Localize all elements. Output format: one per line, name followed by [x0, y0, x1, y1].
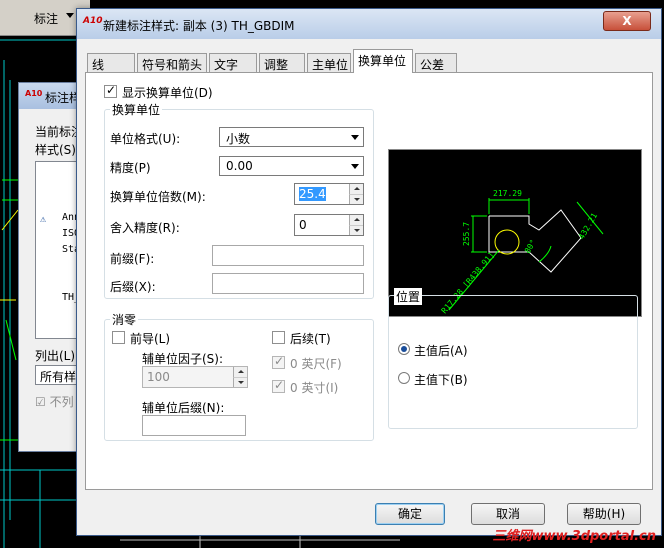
sub-unit-suffix-input[interactable]: [142, 415, 246, 436]
tab-lines[interactable]: 线: [87, 53, 135, 72]
tab-primary-units[interactable]: 主单位: [307, 53, 351, 72]
spin-up-icon[interactable]: [349, 184, 363, 194]
preview-drawing: 217.29 255.7 432.21 80° R17.28 [R438.91]: [440, 189, 604, 315]
sub-unit-factor-value: 100: [147, 370, 170, 384]
multiplier-label: 换算单位倍数(M):: [110, 190, 206, 204]
multiplier-spinner[interactable]: 25.4: [294, 183, 364, 205]
dim-text-left: 255.7: [462, 222, 471, 246]
zero-feet-checkbox[interactable]: [272, 354, 285, 369]
autocad-logo-icon: A10: [83, 16, 103, 26]
toolbar-dimension-label[interactable]: 标注: [34, 10, 58, 27]
zero-inches-label: 0 英寸(I): [290, 381, 339, 395]
multiplier-value: 25.4: [299, 187, 326, 201]
dim-text-angle: 80°: [523, 238, 538, 255]
precision-select[interactable]: 0.00: [219, 156, 364, 176]
sub-unit-suffix-label: 辅单位后缀(N):: [142, 401, 225, 415]
spin-up-icon[interactable]: [233, 367, 247, 377]
tab-fit[interactable]: 调整: [259, 53, 305, 72]
close-button[interactable]: X: [603, 11, 651, 31]
display-alt-units-checkbox[interactable]: [104, 83, 117, 98]
tab-tolerances[interactable]: 公差: [415, 53, 457, 72]
autocad-logo-icon: A10: [25, 89, 43, 98]
tab-alternate-units[interactable]: 换算单位: [353, 49, 413, 73]
list-label: 列出(L): [35, 349, 76, 363]
chevron-down-icon: [351, 135, 359, 140]
watermark: 三维网www.3dportal.cn: [492, 529, 656, 544]
angle-arc: [538, 245, 552, 263]
new-dimension-style-dialog: A10 新建标注样式: 副本 (3) TH_GBDIM X 线 符号和箭头 文字…: [76, 8, 662, 536]
preview-window: 217.29 255.7 432.21 80° R17.28 [R438.91]: [388, 149, 642, 317]
leading-checkbox[interactable]: [112, 331, 125, 344]
tab-text[interactable]: 文字: [209, 53, 257, 72]
unit-format-label: 单位格式(U):: [110, 132, 181, 146]
tab-symbols-arrows[interactable]: 符号和箭头: [137, 53, 207, 72]
trailing-label: 后续(T): [290, 332, 331, 346]
after-primary-label: 主值后(A): [414, 344, 468, 358]
sub-unit-factor-label: 辅单位因子(S):: [142, 352, 224, 366]
below-primary-label: 主值下(B): [414, 373, 468, 387]
spin-down-icon[interactable]: [349, 225, 363, 235]
spin-up-icon[interactable]: [349, 215, 363, 225]
preview-dimensions: [448, 198, 604, 311]
trailing-checkbox[interactable]: [272, 331, 285, 344]
no-list-checkbox[interactable]: ☑ 不列: [35, 393, 74, 410]
suffix-input[interactable]: [212, 273, 364, 294]
spin-down-icon[interactable]: [233, 377, 247, 387]
annotative-icon: ⚠: [40, 214, 47, 225]
zero-suppression-title: 消零: [110, 311, 139, 328]
zero-inches-checkbox[interactable]: [272, 378, 285, 393]
no-list-label: 不列: [49, 395, 74, 409]
chevron-down-icon[interactable]: [66, 13, 74, 18]
unit-format-select[interactable]: 小数: [219, 127, 364, 147]
chevron-down-icon: [351, 164, 359, 169]
dim-text-right: 432.21: [577, 211, 599, 241]
dialog-titlebar[interactable]: A10 新建标注样式: 副本 (3) TH_GBDIM X: [77, 9, 661, 39]
precision-value: 0.00: [226, 159, 253, 173]
round-off-label: 舍入精度(R):: [110, 221, 180, 235]
leading-label: 前导(L): [130, 332, 171, 346]
dialog-title: 新建标注样式: 副本 (3) TH_GBDIM: [103, 19, 295, 33]
display-alt-units-label: 显示换算单位(D): [122, 86, 213, 100]
alt-units-group-title: 换算单位: [110, 101, 163, 118]
styles-label: 样式(S): [35, 143, 76, 157]
suffix-label: 后缀(X):: [110, 280, 156, 294]
unit-format-value: 小数: [226, 132, 251, 146]
sub-unit-factor-spinner[interactable]: 100: [142, 366, 248, 388]
placement-group-title: 位置: [394, 288, 423, 305]
spin-down-icon[interactable]: [349, 194, 363, 204]
ok-button[interactable]: 确定: [375, 503, 445, 525]
precision-label: 精度(P): [110, 161, 151, 175]
below-primary-radio[interactable]: [398, 372, 410, 384]
dim-text-top: 217.29: [493, 189, 522, 198]
zero-feet-label: 0 英尺(F): [290, 357, 342, 371]
tab-panel-alternate-units: 显示换算单位(D) 换算单位 单位格式(U): 小数 精度(P) 0.00 换算…: [85, 72, 653, 490]
help-button[interactable]: 帮助(H): [567, 503, 641, 525]
round-off-spinner[interactable]: 0: [294, 214, 364, 236]
after-primary-radio[interactable]: [398, 343, 410, 355]
cancel-button[interactable]: 取消: [471, 503, 545, 525]
prefix-label: 前缀(F):: [110, 252, 155, 266]
placement-group: [388, 295, 638, 429]
round-off-value: 0: [299, 218, 307, 232]
prefix-input[interactable]: [212, 245, 364, 266]
